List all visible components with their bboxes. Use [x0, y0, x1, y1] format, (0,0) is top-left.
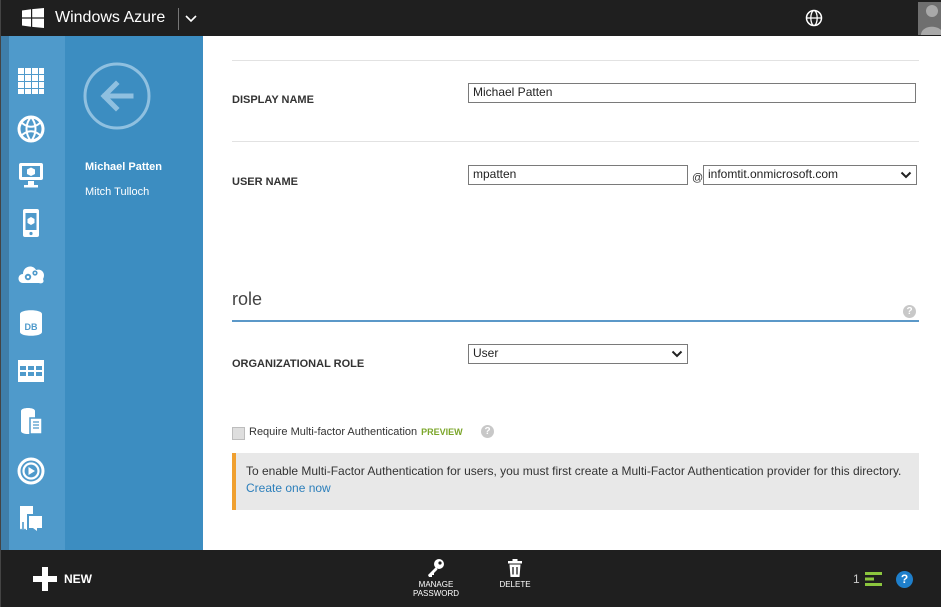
back-arrow-icon[interactable]	[81, 60, 153, 132]
trash-icon	[508, 559, 522, 577]
chevron-down-icon	[671, 350, 683, 358]
divider-middle	[232, 141, 919, 142]
delete-label: DELETE	[499, 580, 531, 589]
windows-logo-icon	[22, 8, 44, 28]
brand[interactable]: Windows Azure	[21, 4, 165, 32]
virtual-machines-icon[interactable]	[16, 160, 46, 190]
left-nav-edge	[0, 36, 9, 550]
import-export-icon[interactable]	[16, 504, 46, 534]
mobile-services-icon[interactable]	[16, 208, 46, 238]
avatar[interactable]	[918, 2, 941, 35]
organizational-role-value: User	[473, 346, 499, 360]
mfa-help-icon[interactable]: ?	[481, 425, 494, 438]
manage-password-button[interactable]: MANAGE PASSWORD	[408, 558, 464, 598]
svg-text:DB: DB	[25, 322, 38, 332]
mfa-label-text: Require Multi-factor Authentication	[249, 426, 418, 438]
preview-badge: PREVIEW	[421, 427, 463, 437]
globe-icon[interactable]	[805, 9, 823, 27]
storage-table-icon[interactable]	[16, 356, 46, 386]
brand-title: Windows Azure	[55, 9, 166, 26]
chevron-down-icon[interactable]	[183, 8, 199, 28]
plus-icon	[33, 567, 57, 591]
mfa-label: Require Multi-factor Authentication PREVI…	[249, 426, 463, 438]
organizational-role-label: ORGANIZATIONAL ROLE	[232, 358, 365, 370]
new-button-label: NEW	[64, 572, 92, 586]
user-silhouette-icon	[921, 5, 941, 35]
create-provider-link[interactable]: Create one now	[246, 481, 331, 495]
role-section-heading: role	[232, 289, 263, 309]
divider-top	[232, 60, 919, 61]
new-button[interactable]: NEW	[32, 566, 92, 592]
sql-databases-icon[interactable]: DB	[16, 308, 46, 338]
mfa-notice-text: To enable Multi-Factor Authentication fo…	[246, 464, 902, 478]
domain-select-value: infomtit.onmicrosoft.com	[708, 167, 839, 181]
domain-select[interactable]: infomtit.onmicrosoft.com	[703, 165, 917, 185]
top-bar: Windows Azure	[0, 0, 941, 36]
display-name-label: DISPLAY NAME	[232, 94, 314, 106]
subnav-item-mitch-tulloch[interactable]: Mitch Tulloch	[65, 181, 203, 203]
chevron-down-icon	[900, 171, 912, 179]
manage-password-label-line1: MANAGE	[418, 580, 454, 589]
cloud-services-icon[interactable]	[16, 258, 46, 288]
organizational-role-select[interactable]: User	[468, 344, 688, 364]
delete-button[interactable]: DELETE	[492, 558, 538, 589]
media-services-icon[interactable]	[16, 456, 46, 486]
top-separator	[178, 8, 179, 30]
command-bar: NEW MANAGE PASSWORD DELETE 1 ?	[0, 550, 941, 607]
manage-password-label-line2: PASSWORD	[412, 589, 460, 598]
web-sites-globe-icon[interactable]	[16, 114, 46, 144]
role-help-icon[interactable]: ?	[903, 305, 916, 318]
key-icon	[428, 559, 444, 577]
user-name-input[interactable]: mpatten	[468, 165, 688, 185]
display-name-input[interactable]: Michael Patten	[468, 83, 916, 103]
help-icon[interactable]: ?	[896, 571, 913, 588]
mfa-checkbox[interactable]	[232, 427, 245, 440]
user-name-label: USER NAME	[232, 176, 299, 188]
at-symbol: @	[692, 172, 704, 184]
progress-list-icon[interactable]	[865, 571, 882, 587]
role-heading-underline	[232, 320, 919, 322]
all-items-grid-icon[interactable]	[16, 66, 46, 96]
hdinsight-icon[interactable]	[16, 406, 46, 436]
mfa-notice: To enable Multi-Factor Authentication fo…	[232, 453, 919, 510]
progress-count: 1	[853, 572, 860, 586]
subnav-item-michael-patten[interactable]: Michael Patten	[65, 156, 203, 178]
